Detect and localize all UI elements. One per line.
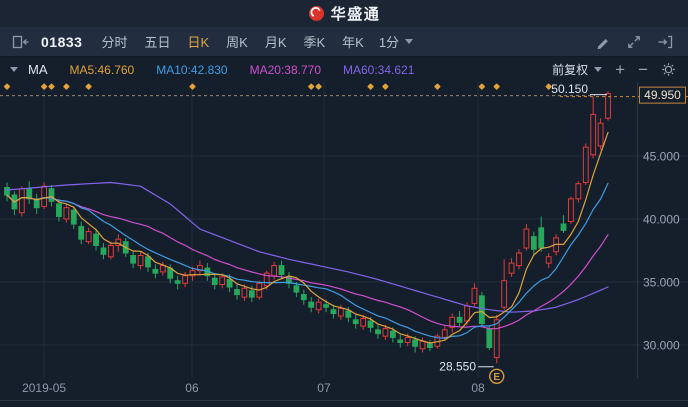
high-price-label: 50.150 [551, 82, 588, 96]
tab-季K[interactable]: 季K [303, 32, 325, 51]
y-axis-label: 40.000 [643, 213, 680, 227]
tab-分时[interactable]: 分时 [101, 32, 127, 51]
ma-values: MA5:46.760 MA10:42.830 MA20:38.770 MA60:34.… [70, 63, 415, 77]
stock-code: 01833 [41, 34, 82, 50]
x-axis-label: 07 [317, 381, 331, 395]
adjustment-selector[interactable]: 前复权 [552, 61, 602, 78]
kline-toolbar: 01833 分时五日日K 周K 月K 季K 年K 1分 [0, 27, 688, 57]
chart-area: MA MA5:46.760 MA10:42.830 MA20:38.770 MA60:… [0, 57, 688, 400]
ma-group-label[interactable]: MA [28, 62, 48, 77]
app-title: 华盛通 [331, 3, 381, 24]
fullscreen-icon[interactable] [626, 34, 642, 50]
bottom-strip [0, 400, 688, 407]
tab-月K[interactable]: 月K [265, 32, 287, 51]
indicator-dropdown-icon[interactable] [10, 67, 18, 72]
adjustment-label: 前复权 [552, 61, 588, 78]
current-price-label: 49.950 [644, 88, 681, 102]
tab-五日[interactable]: 五日 [144, 32, 170, 51]
ma-indicator-value: MA20:38.770 [250, 63, 321, 77]
y-axis-label: 35.000 [643, 276, 680, 290]
top-bar: 华盛通 [0, 0, 688, 27]
low-price-label: 28.550 [439, 359, 476, 373]
tab-日K[interactable]: 日K [187, 32, 209, 51]
logo-icon [308, 5, 325, 22]
tab-周K[interactable]: 周K [226, 32, 248, 51]
svg-text:E: E [493, 372, 500, 383]
collapse-panel-icon[interactable] [12, 34, 30, 50]
x-axis-label: 2019-05 [22, 381, 66, 395]
x-axis-label: 08 [471, 381, 485, 395]
interval-selector[interactable]: 1分 [379, 32, 413, 51]
x-axis-label: 06 [185, 381, 199, 395]
indicator-bar: MA MA5:46.760 MA10:42.830 MA20:38.770 MA60:… [0, 57, 688, 82]
y-axis-label: 30.000 [643, 339, 680, 353]
interval-selector-label: 1分 [379, 32, 399, 51]
edit-icon[interactable] [595, 34, 611, 50]
kline-period-tabs: 分时五日日K 周K 月K 季K 年K [101, 32, 363, 51]
zoom-in-button[interactable]: + [615, 61, 625, 78]
tab-年K[interactable]: 年K [342, 32, 364, 51]
y-axis-label: 45.000 [643, 150, 680, 164]
ma-indicator-value: MA10:42.830 [156, 63, 227, 77]
ma-indicator-value: MA60:34.621 [343, 63, 414, 77]
zoom-out-button[interactable]: − [638, 61, 648, 78]
ma-indicator-value: MA5:46.760 [70, 63, 135, 77]
exit-panel-icon[interactable] [657, 34, 674, 50]
gear-icon[interactable] [661, 62, 676, 77]
chevron-down-icon [594, 67, 602, 72]
candlestick-chart[interactable]: 50.150 28.550 E 45.000 40.000 35.000 30.000 49.… [0, 82, 688, 400]
chevron-down-icon [405, 39, 413, 44]
